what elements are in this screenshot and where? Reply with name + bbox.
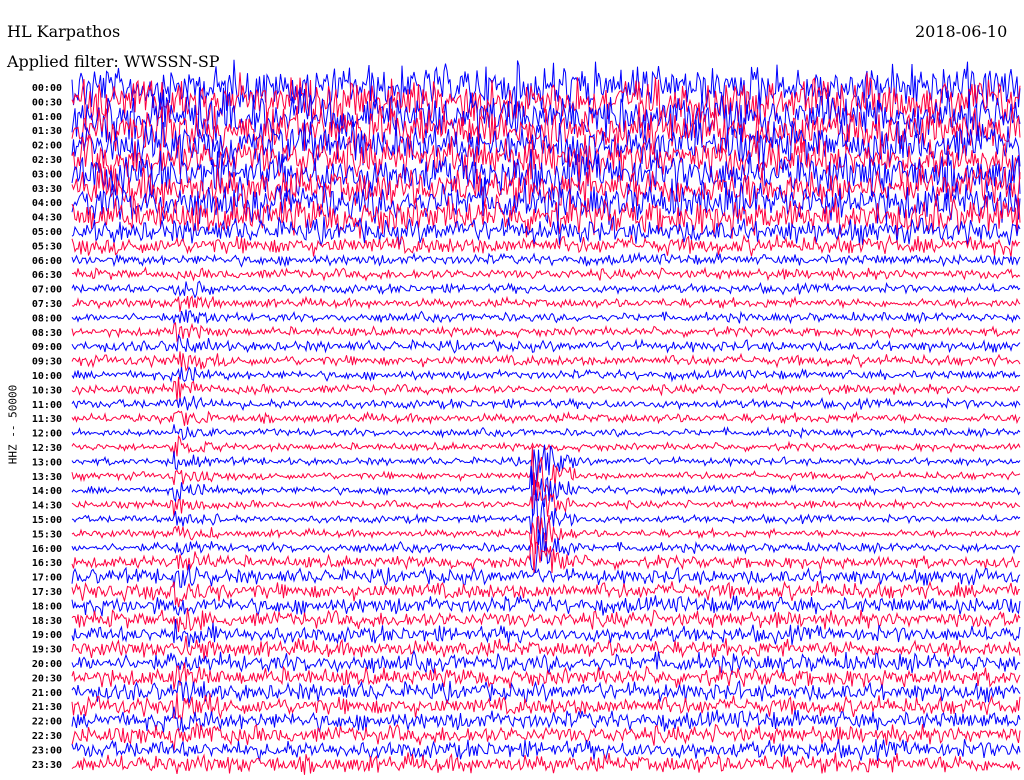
time-tick-label: 15:00 bbox=[32, 515, 62, 526]
time-tick-label: 02:30 bbox=[32, 155, 62, 166]
time-tick-label: 08:30 bbox=[32, 328, 62, 339]
time-tick-label: 00:00 bbox=[32, 83, 62, 94]
time-tick-label: 19:00 bbox=[32, 630, 62, 641]
time-tick-label: 17:30 bbox=[32, 587, 62, 598]
time-tick-label: 22:00 bbox=[32, 717, 62, 728]
time-tick-label: 06:00 bbox=[32, 256, 62, 267]
time-tick-label: 10:30 bbox=[32, 385, 62, 396]
trace-row bbox=[71, 580, 1021, 608]
time-tick-label: 09:30 bbox=[32, 357, 62, 368]
trace-row bbox=[71, 251, 1021, 268]
time-tick-label: 12:30 bbox=[32, 443, 62, 454]
trace-row bbox=[71, 738, 1021, 762]
trace-row bbox=[71, 395, 1021, 411]
time-tick-label: 06:30 bbox=[32, 270, 62, 281]
time-tick-label: 20:30 bbox=[32, 673, 62, 684]
time-tick-label: 05:30 bbox=[32, 241, 62, 252]
time-tick-label: 12:00 bbox=[32, 429, 62, 440]
time-tick-label: 11:30 bbox=[32, 414, 62, 425]
time-tick-label: 13:30 bbox=[32, 472, 62, 483]
time-tick-label: 23:30 bbox=[32, 760, 62, 771]
trace-row bbox=[71, 351, 1021, 372]
time-tick-label: 14:00 bbox=[32, 486, 62, 497]
trace-row bbox=[71, 333, 1021, 354]
time-tick-label: 22:30 bbox=[32, 731, 62, 742]
time-tick-label: 04:00 bbox=[32, 198, 62, 209]
trace-row bbox=[71, 410, 1021, 426]
trace-row bbox=[71, 376, 1021, 403]
trace-row bbox=[71, 434, 1021, 457]
time-tick-label: 13:00 bbox=[32, 457, 62, 468]
trace-row bbox=[71, 309, 1021, 325]
time-tick-label: 01:00 bbox=[32, 112, 62, 123]
time-tick-label: 01:30 bbox=[32, 126, 62, 137]
time-tick-label: 19:30 bbox=[32, 645, 62, 656]
time-tick-label: 14:30 bbox=[32, 501, 62, 512]
time-tick-label: 08:00 bbox=[32, 313, 62, 324]
trace-row bbox=[71, 594, 1021, 617]
time-tick-label: 03:30 bbox=[32, 184, 62, 195]
time-tick-label: 21:30 bbox=[32, 702, 62, 713]
time-tick-label: 16:00 bbox=[32, 544, 62, 555]
trace-row bbox=[71, 266, 1021, 282]
trace-row bbox=[71, 607, 1021, 633]
time-tick-label: 00:30 bbox=[32, 97, 62, 108]
time-tick-label: 16:30 bbox=[32, 558, 62, 569]
time-tick-label: 05:00 bbox=[32, 227, 62, 238]
time-tick-label: 23:00 bbox=[32, 745, 62, 756]
time-tick-label: 07:00 bbox=[32, 285, 62, 296]
time-tick-label: 07:30 bbox=[32, 299, 62, 310]
time-tick-label: 02:00 bbox=[32, 141, 62, 152]
trace-row bbox=[71, 280, 1021, 299]
channel-label: HHZ -- 50000 bbox=[6, 384, 20, 465]
time-tick-label: 04:30 bbox=[32, 213, 62, 224]
trace-row bbox=[71, 662, 1021, 690]
time-tick-label: 21:00 bbox=[32, 688, 62, 699]
time-tick-label: 10:00 bbox=[32, 371, 62, 382]
trace-row bbox=[71, 618, 1021, 648]
time-tick-label: 09:00 bbox=[32, 342, 62, 353]
time-tick-label: 17:00 bbox=[32, 573, 62, 584]
trace-row bbox=[71, 679, 1021, 705]
time-tick-label: 11:00 bbox=[32, 400, 62, 411]
time-tick-label: 18:30 bbox=[32, 616, 62, 627]
trace-row bbox=[71, 366, 1021, 383]
trace-row bbox=[71, 321, 1021, 343]
trace-row bbox=[71, 424, 1021, 441]
time-tick-label: 18:00 bbox=[32, 601, 62, 612]
time-tick-label: 03:00 bbox=[32, 169, 62, 180]
time-tick-label: 15:30 bbox=[32, 529, 62, 540]
trace-row bbox=[71, 564, 1021, 588]
helicorder-plot: 00:00 00:30 01:00 01:30 02:00 02:30 03:00 03:30… bbox=[32, 59, 1021, 775]
time-tick-label: 20:00 bbox=[32, 659, 62, 670]
trace-row bbox=[71, 295, 1021, 312]
